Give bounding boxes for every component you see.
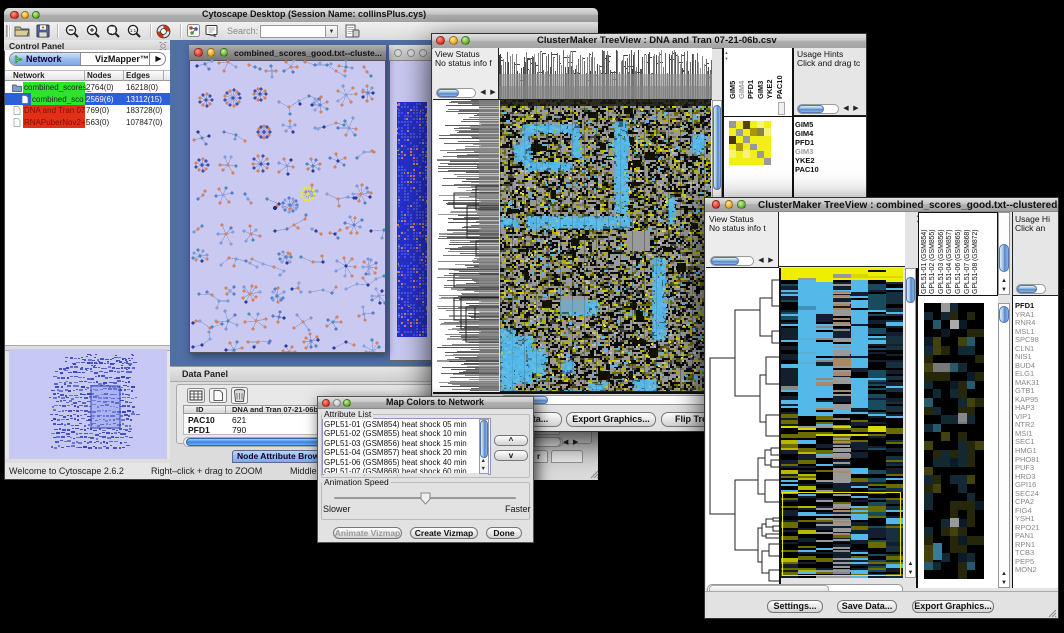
svg-text:1:1: 1:1: [130, 28, 137, 33]
